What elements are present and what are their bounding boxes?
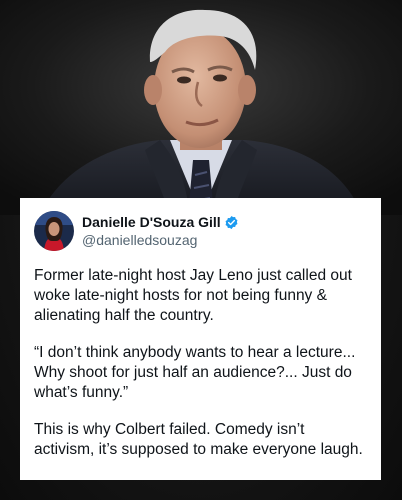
verified-badge-icon	[224, 215, 239, 230]
post-paragraph-1: Former late-night host Jay Leno just cal…	[34, 267, 352, 324]
author-display-name[interactable]: Danielle D'Souza Gill	[82, 213, 221, 231]
header-photo	[0, 0, 402, 215]
author-avatar[interactable]	[34, 211, 74, 251]
post-paragraph-2: “I don’t think anybody wants to hear a l…	[34, 344, 356, 401]
author-handle[interactable]: @danielledsouzag	[82, 231, 239, 249]
post-body: Former late-night host Jay Leno just cal…	[34, 266, 367, 460]
post-header: Danielle D'Souza Gill @danielledsouzag	[34, 210, 367, 252]
avatar-image	[34, 211, 74, 251]
post-image-frame: Danielle D'Souza Gill @danielledsouzag F…	[0, 0, 402, 500]
post-paragraph-3: This is why Colbert failed. Comedy isn’t…	[34, 421, 363, 458]
author-names: Danielle D'Souza Gill @danielledsouzag	[82, 213, 239, 249]
post-card: Danielle D'Souza Gill @danielledsouzag F…	[20, 198, 381, 480]
author-name-row: Danielle D'Souza Gill	[82, 213, 239, 231]
